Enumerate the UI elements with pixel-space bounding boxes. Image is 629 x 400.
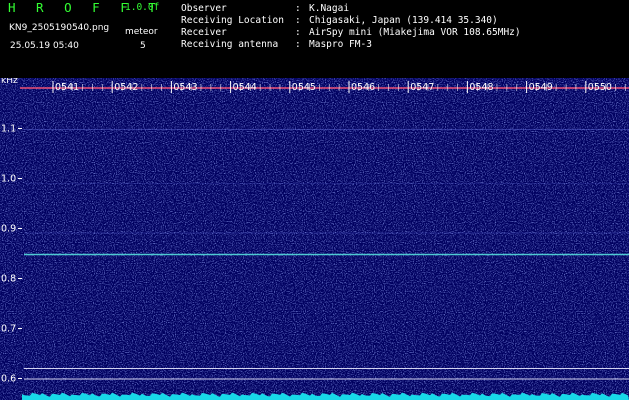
info-value: Maspro FM-3: [309, 39, 372, 50]
info-key: Receiving antenna: [181, 39, 279, 50]
info-key: Receiver: [181, 27, 227, 38]
version-label: 1.0.0f: [125, 2, 160, 13]
time-label: 0549: [529, 82, 553, 93]
meteor-label: meteor: [125, 27, 158, 37]
y-tick-label: 1.0: [1, 174, 16, 185]
info-key: Observer: [181, 3, 227, 14]
info-value: AirSpy mini (Miakejima VOR 108.65MHz): [309, 27, 521, 38]
time-label: 0545: [292, 82, 316, 93]
info-value: Chigasaki, Japan (139.414 35.340): [309, 15, 498, 26]
spectrogram-plot: 0541 0542 0543 0544 0545 0546 0547 0548 0549 0550…: [0, 78, 629, 400]
y-tick-label: 0.9: [1, 224, 16, 235]
time-label: 0548: [469, 82, 493, 93]
file-name: KN9_2505190540.png: [9, 23, 110, 33]
info-row-observer: Observer: K.Nagai: [181, 3, 349, 14]
timestamp: 25.05.19 05:40: [10, 41, 79, 51]
y-tick-label: 0.7: [1, 324, 16, 335]
info-separator: :: [295, 27, 301, 38]
time-label: 0544: [233, 82, 257, 93]
unit-label: kHz: [1, 78, 18, 86]
y-tick-label: 0.8: [1, 274, 16, 285]
time-label: 0543: [173, 82, 197, 93]
info-value: K.Nagai: [309, 3, 350, 14]
time-label: 0547: [410, 82, 434, 93]
info-row-antenna: Receiving antenna: Maspro FM-3: [181, 39, 372, 50]
time-label: 0542: [114, 82, 138, 93]
info-separator: :: [295, 3, 301, 14]
info-row-location: Receiving Location: Chigasaki, Japan (139…: [181, 15, 498, 26]
time-label: 0550: [588, 82, 612, 93]
y-tick-label: 0.6: [1, 374, 16, 385]
y-tick-label: 1.1: [1, 124, 16, 135]
info-separator: :: [295, 15, 301, 26]
time-label: 0541: [55, 82, 79, 93]
header-panel: H R O F F T 1.0.0f KN9_2505190540.png me…: [0, 0, 629, 78]
info-separator: :: [295, 39, 301, 50]
info-row-receiver: Receiver: AirSpy mini (Miakejima VOR 108.…: [181, 27, 521, 38]
meteor-count: 5: [140, 41, 146, 51]
info-key: Receiving Location: [181, 15, 284, 26]
time-label: 0546: [351, 82, 375, 93]
noise-texture: [0, 78, 629, 400]
